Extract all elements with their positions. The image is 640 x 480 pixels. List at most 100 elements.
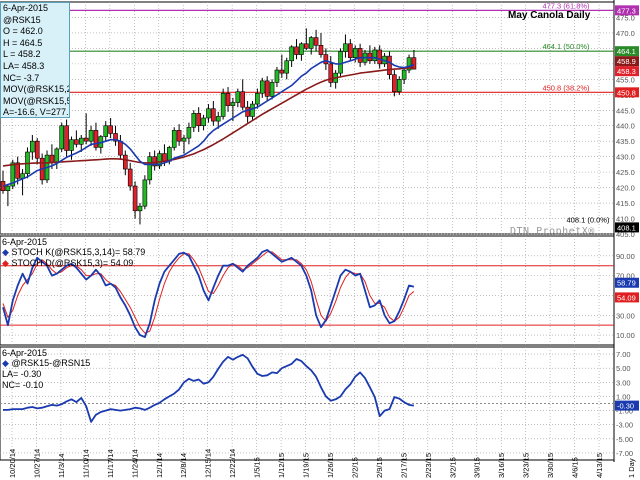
candle-body — [250, 103, 255, 117]
candle-body — [201, 117, 206, 127]
candle-body — [64, 125, 69, 151]
spread-y-tick-label: -7.00 — [616, 449, 633, 458]
candle-body — [396, 79, 402, 93]
candle-body — [255, 92, 260, 105]
candle-body — [352, 48, 358, 58]
fib-label: 408.1 (0.0%) — [567, 215, 610, 224]
x-tick-label: 2/9/15 — [375, 457, 384, 478]
spread-y-tick-label: -5.00 — [616, 435, 633, 444]
candle-body — [377, 49, 382, 65]
x-tick-label: 11/10/14 — [81, 449, 90, 478]
fib-label: 464.1 (50.0%) — [542, 42, 590, 51]
price-value-tag-label: 464.1 — [617, 47, 636, 56]
x-tick-label: 2/17/15 — [399, 453, 408, 478]
price-symbol: @RSK15 — [3, 14, 41, 25]
candle-body — [181, 137, 187, 142]
price-info-box[interactable]: 6-Apr-2015 @RSK15 O = 462.0 H = 464.5 L … — [0, 2, 70, 118]
x-tick-label: 11/24/14 — [130, 449, 139, 478]
candle-body — [235, 91, 241, 103]
x-tick-label: 3/2/15 — [448, 457, 457, 478]
candle-body — [83, 137, 89, 142]
candle-body — [401, 69, 407, 80]
candle-body — [304, 43, 309, 49]
chart-canvas[interactable]: 10/20/14 10/27/14 11/3/14 11/10/14 11/17/14 1… — [0, 0, 640, 480]
candle-body — [274, 69, 280, 83]
candle-body — [279, 69, 285, 74]
candle-body — [206, 108, 211, 119]
price-av: A=-16.6, V=277.7 — [3, 107, 69, 118]
candle-body — [103, 125, 109, 137]
price-mov50: MOV(@RSK15,50)= 458.9 — [3, 95, 69, 106]
stoch-value-tag-label: 54.09 — [617, 293, 636, 302]
x-tick-label: 1/12/15 — [277, 453, 286, 478]
stoch-d-label: ◆ STOCH D(@RSK15,3)= 54.09 — [2, 258, 134, 268]
fib-label: 477.3 (61.8%) — [542, 1, 590, 10]
candle-body — [220, 92, 226, 117]
spread-value-tag-label: -0.30 — [617, 402, 634, 411]
price-mov20: MOV(@RSK15,20)= 459.7 — [3, 84, 69, 95]
candle-body — [78, 137, 84, 145]
price-value-tag-label: 408.1 — [617, 223, 636, 232]
fib-label: 450.8 (38.2%) — [542, 83, 590, 92]
price-y-tick-label: 470.0 — [616, 29, 635, 38]
candle-body — [93, 130, 99, 148]
spread-y-tick-label: 5.00 — [616, 364, 631, 373]
spread-y-tick-label: 7.00 — [616, 350, 631, 359]
price-y-tick-label: 415.0 — [616, 199, 635, 208]
candle-body — [299, 43, 304, 55]
candle-body — [54, 148, 60, 164]
candle-body — [372, 49, 378, 62]
x-tick-label: 3/23/15 — [522, 453, 531, 478]
candle-body — [118, 140, 123, 156]
price-y-tick-label: 410.0 — [616, 215, 635, 224]
candle-body — [318, 45, 324, 55]
price-value-tag-label: 458.3 — [617, 67, 636, 76]
candle-body — [171, 130, 177, 148]
spread-net-change: NC= -0.10 — [2, 380, 44, 390]
candle-body — [108, 125, 113, 134]
candle-body — [215, 116, 221, 122]
candle-body — [308, 37, 314, 49]
price-value-tag-label: 450.8 — [617, 88, 636, 97]
candle-body — [230, 102, 236, 106]
x-tick-label: 3/9/15 — [473, 457, 482, 478]
candle-body — [127, 168, 133, 187]
panel-frame-1 — [0, 1, 615, 235]
x-tick-label: 4/13/15 — [595, 453, 604, 478]
candle-body — [313, 37, 319, 46]
candle-body — [162, 153, 167, 162]
candle-body — [323, 54, 329, 65]
candle-body — [147, 156, 153, 181]
price-net-change: NC= -3.7 — [3, 72, 40, 83]
chart-title: May Canola Daily — [508, 10, 591, 21]
candle-body — [196, 113, 201, 127]
candle-body — [348, 43, 353, 58]
stoch-y-tick-label: 10.00 — [616, 331, 635, 340]
price-value-tag-label: 477.3 — [617, 6, 636, 15]
price-y-tick-label: 440.0 — [616, 122, 635, 131]
spread-y-tick-label: 3.00 — [616, 378, 631, 387]
candle-body — [289, 46, 294, 62]
x-tick-label: 1/19/15 — [302, 453, 311, 478]
price-open: O = 462.0 — [3, 26, 43, 37]
candle-body — [392, 74, 397, 93]
candle-body — [15, 162, 20, 179]
x-tick-label: 11/3/14 — [57, 454, 66, 478]
candle-body — [34, 140, 40, 159]
candle-body — [211, 108, 216, 122]
price-last: LA= 458.3 — [3, 60, 45, 71]
candle-body — [142, 179, 148, 207]
x-tick-label: 12/15/14 — [204, 449, 213, 478]
watermark: DTN ProphetX® — [510, 226, 595, 237]
candle-body — [69, 139, 74, 151]
price-y-tick-label: 420.0 — [616, 184, 635, 193]
x-tick-label: 1/5/15 — [253, 457, 262, 478]
candle-body — [132, 185, 138, 212]
candle-body — [259, 80, 265, 94]
candle-body — [123, 154, 128, 170]
candle-body — [191, 113, 197, 128]
stoch-value-tag-label: 58.79 — [617, 279, 636, 288]
spread-y-tick-label: -3.00 — [616, 421, 633, 430]
price-y-tick-label: 445.0 — [616, 106, 635, 115]
candle-body — [264, 80, 270, 97]
